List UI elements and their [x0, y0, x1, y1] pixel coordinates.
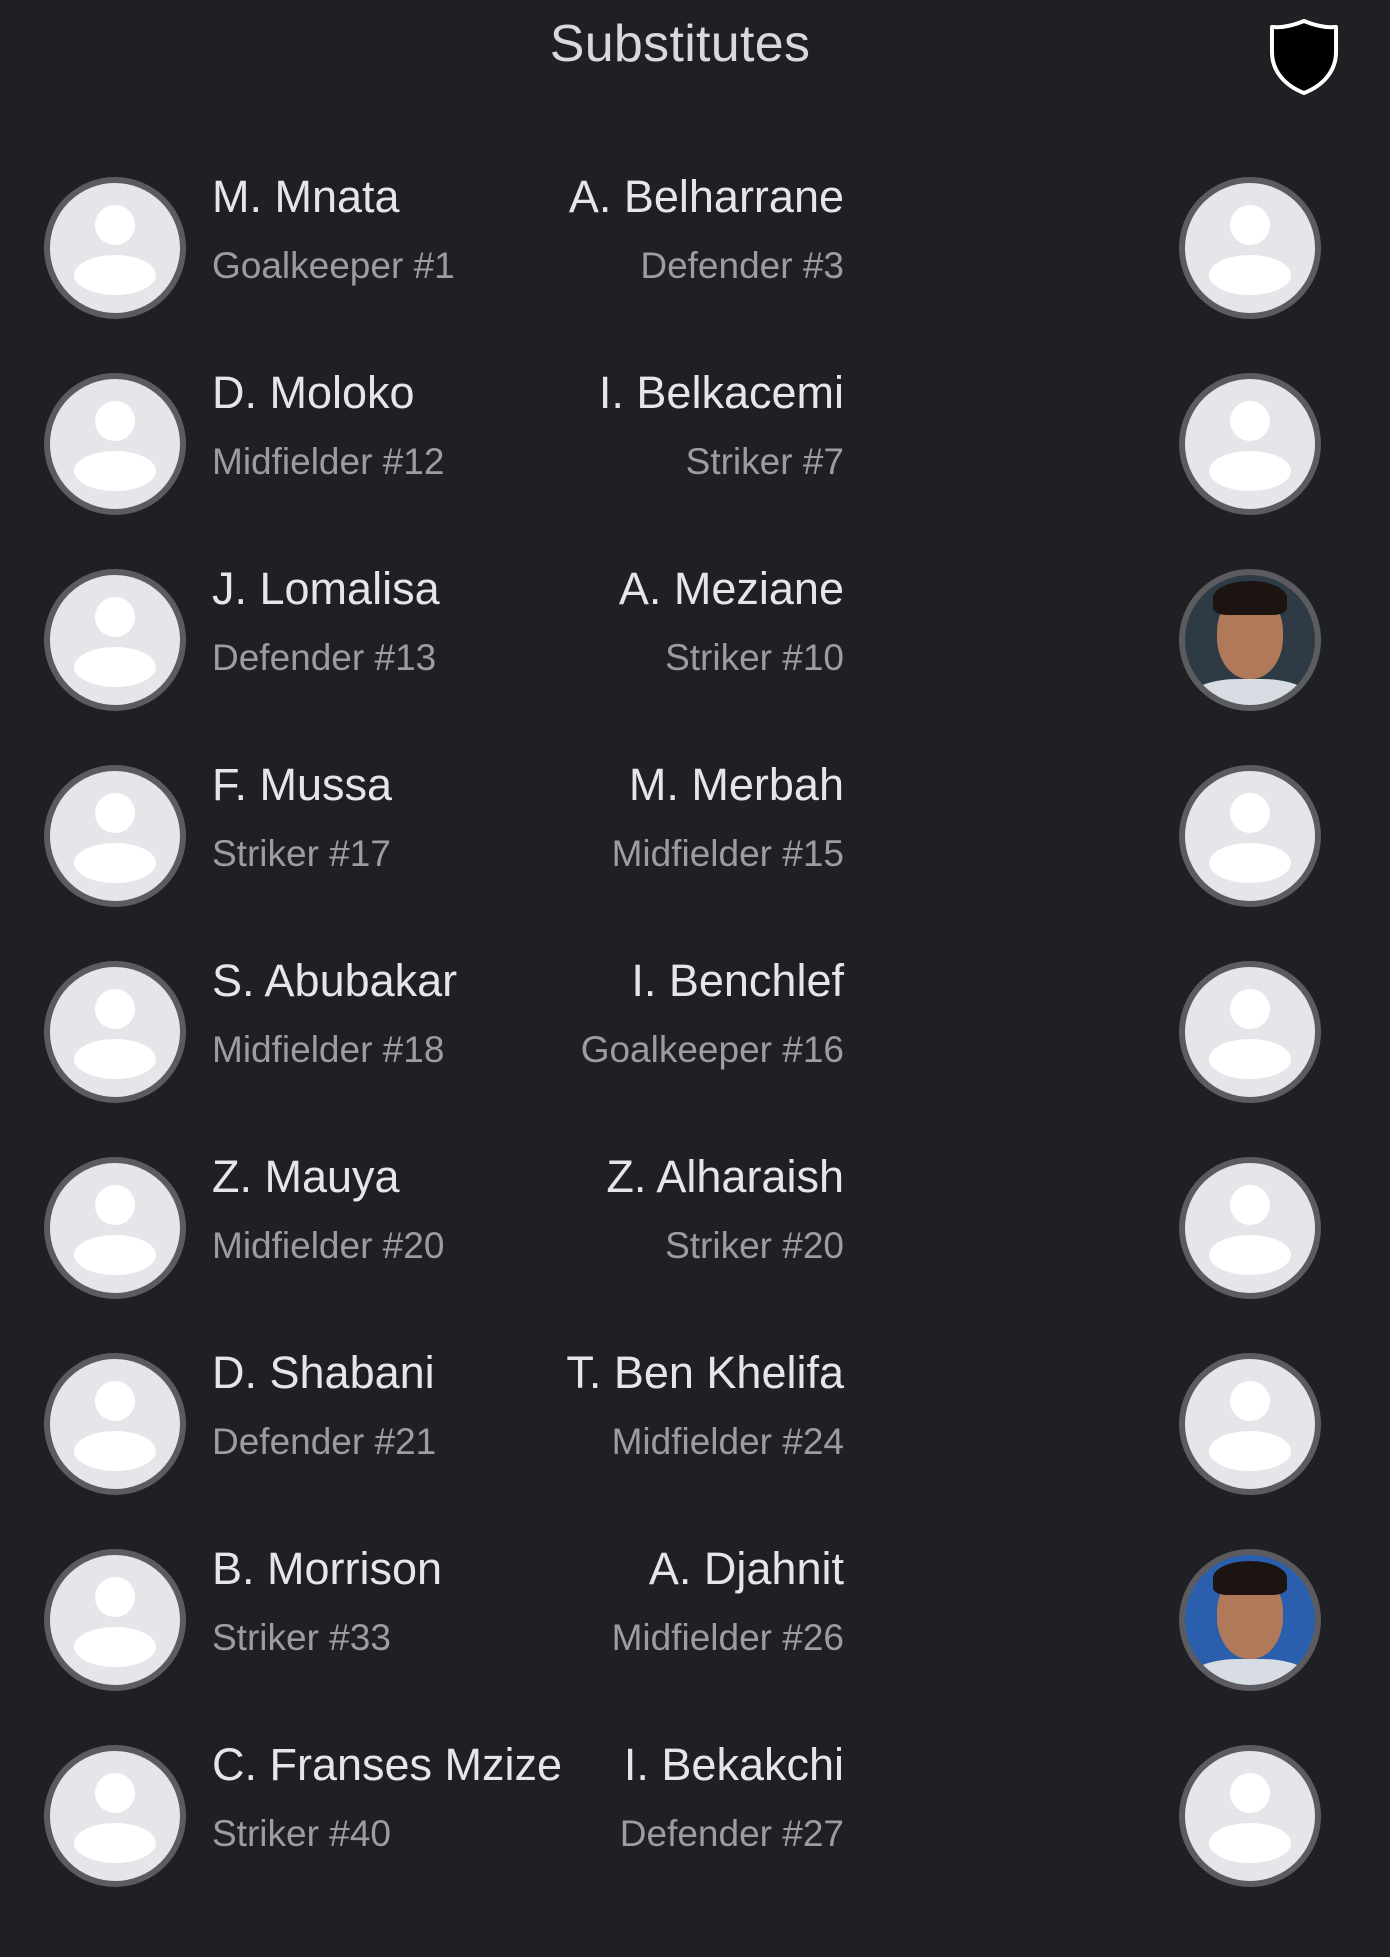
default-avatar-icon [1179, 961, 1321, 1103]
default-avatar-icon [44, 1353, 186, 1495]
player-row: Z. Mauya Midfielder #20 Z. Alharaish Str… [0, 1147, 1390, 1343]
player-name: S. Abubakar [212, 955, 458, 1006]
default-avatar-icon [1179, 1353, 1321, 1495]
player-row: S. Abubakar Midfielder #18 I. Benchlef G… [0, 951, 1390, 1147]
player-item[interactable]: Z. Alharaish Striker #20 [606, 1147, 1390, 1343]
player-role: Midfielder #24 [611, 1421, 844, 1462]
default-avatar-icon [1179, 373, 1321, 515]
player-name: A. Belharrane [568, 171, 844, 222]
default-avatar-icon [44, 1549, 186, 1691]
player-role: Defender #21 [212, 1421, 437, 1462]
default-avatar-icon [44, 373, 186, 515]
player-item[interactable]: C. Franses Mzize Striker #40 [0, 1735, 695, 1931]
player-role: Striker #33 [212, 1617, 391, 1658]
player-role: Goalkeeper #1 [212, 245, 455, 286]
player-item[interactable]: A. Meziane Striker #10 [619, 559, 1390, 755]
player-row: C. Franses Mzize Striker #40 I. Bekakchi… [0, 1735, 1390, 1931]
default-avatar-icon [1179, 765, 1321, 907]
player-name: B. Morrison [212, 1543, 443, 1594]
player-item[interactable]: F. Mussa Striker #17 [0, 755, 695, 951]
player-name: Z. Mauya [212, 1151, 400, 1202]
player-name: Z. Alharaish [606, 1151, 844, 1202]
player-role: Midfielder #26 [611, 1617, 844, 1658]
player-name: A. Meziane [618, 563, 844, 614]
player-name: M. Merbah [628, 759, 844, 810]
default-avatar-icon [1179, 177, 1321, 319]
player-name: I. Belkacemi [598, 367, 844, 418]
player-role: Defender #27 [619, 1813, 844, 1854]
player-item[interactable]: B. Morrison Striker #33 [0, 1539, 695, 1735]
player-item[interactable]: T. Ben Khelifa Midfielder #24 [566, 1343, 1390, 1539]
player-name: J. Lomalisa [212, 563, 440, 614]
player-role: Midfielder #18 [212, 1029, 445, 1070]
default-avatar-icon [44, 569, 186, 711]
player-item[interactable]: Z. Mauya Midfielder #20 [0, 1147, 695, 1343]
player-item[interactable]: M. Merbah Midfielder #15 [612, 755, 1390, 951]
player-name: C. Franses Mzize [212, 1739, 563, 1790]
player-item[interactable]: I. Bekakchi Defender #27 [620, 1735, 1390, 1931]
player-photo [1179, 1549, 1321, 1691]
player-role: Striker #10 [665, 637, 844, 678]
player-role: Striker #17 [212, 833, 391, 874]
player-name: D. Moloko [212, 367, 415, 418]
player-role: Midfielder #20 [212, 1225, 445, 1266]
player-role: Goalkeeper #16 [580, 1029, 844, 1070]
player-row: J. Lomalisa Defender #13 A. Meziane Stri… [0, 559, 1390, 755]
player-item[interactable]: I. Benchlef Goalkeeper #16 [581, 951, 1390, 1147]
player-name: I. Benchlef [631, 955, 844, 1006]
player-item[interactable]: A. Belharrane Defender #3 [569, 167, 1390, 363]
player-item[interactable]: D. Moloko Midfielder #12 [0, 363, 695, 559]
default-avatar-icon [44, 961, 186, 1103]
player-role: Striker #7 [685, 441, 844, 482]
player-role: Striker #20 [665, 1225, 844, 1266]
player-role: Defender #13 [212, 637, 437, 678]
default-avatar-icon [44, 1745, 186, 1887]
player-row: D. Shabani Defender #21 T. Ben Khelifa M… [0, 1343, 1390, 1539]
player-name: F. Mussa [212, 759, 393, 810]
default-avatar-icon [1179, 1745, 1321, 1887]
player-row: F. Mussa Striker #17 M. Merbah Midfielde… [0, 755, 1390, 951]
player-row: M. Mnata Goalkeeper #1 A. Belharrane Def… [0, 167, 1390, 363]
default-avatar-icon [44, 765, 186, 907]
player-item[interactable]: I. Belkacemi Striker #7 [599, 363, 1390, 559]
default-avatar-icon [44, 1157, 186, 1299]
default-avatar-icon [44, 177, 186, 319]
player-name: I. Bekakchi [623, 1739, 844, 1790]
player-role: Midfielder #12 [212, 441, 445, 482]
player-name: A. Djahnit [648, 1543, 844, 1594]
player-photo [1179, 569, 1321, 711]
player-row: D. Moloko Midfielder #12 I. Belkacemi St… [0, 363, 1390, 559]
player-name: M. Mnata [212, 171, 400, 222]
player-row: B. Morrison Striker #33 A. Djahnit Midfi… [0, 1539, 1390, 1735]
player-role: Striker #40 [212, 1813, 391, 1854]
default-avatar-icon [1179, 1157, 1321, 1299]
player-item[interactable]: A. Djahnit Midfielder #26 [612, 1539, 1390, 1735]
player-name: D. Shabani [212, 1347, 435, 1398]
player-item[interactable]: J. Lomalisa Defender #13 [0, 559, 695, 755]
substitutes-list: M. Mnata Goalkeeper #1 A. Belharrane Def… [0, 0, 1390, 1957]
player-role: Defender #3 [640, 245, 844, 286]
player-role: Midfielder #15 [611, 833, 844, 874]
player-name: T. Ben Khelifa [566, 1347, 844, 1398]
